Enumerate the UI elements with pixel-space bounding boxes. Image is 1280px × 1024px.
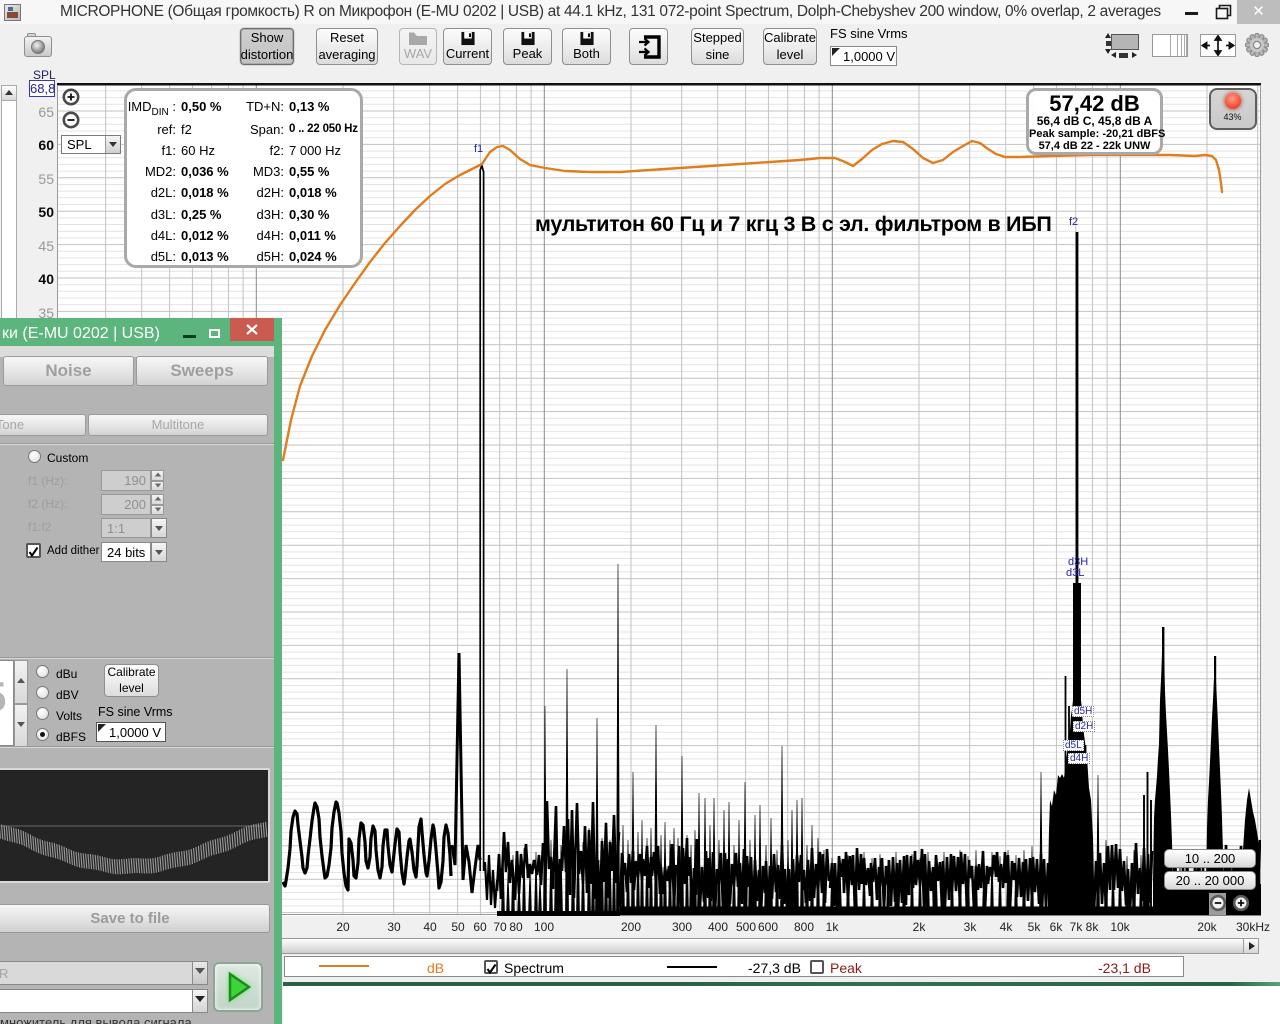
svg-text:мультитон 60 Гц и 7 кгц 3 В с: мультитон 60 Гц и 7 кгц 3 В с эл. фильтр… <box>535 212 1052 236</box>
